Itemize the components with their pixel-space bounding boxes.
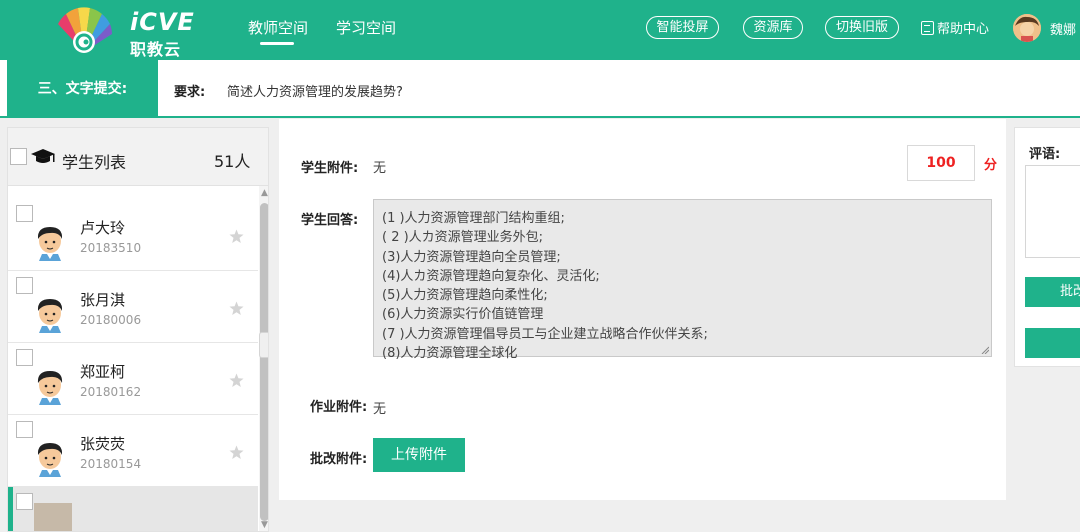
- logo-subtitle: 职教云: [130, 40, 182, 59]
- student-id: 20183510: [80, 241, 142, 255]
- student-count: 51人: [214, 152, 251, 171]
- student-row[interactable]: 张月淇 20180006: [8, 271, 258, 343]
- student-row-selected[interactable]: [8, 487, 258, 531]
- answer-line: (7 )人力资源管理倡导员工与企业建立战略合作伙伴关系;: [382, 326, 708, 342]
- scroll-down-arrow-icon[interactable]: ▼: [260, 521, 268, 530]
- student-checkbox[interactable]: [16, 205, 33, 222]
- tab-teacher-space[interactable]: 教师空间: [248, 17, 308, 38]
- student-list-title: 学生列表: [62, 153, 127, 172]
- student-id: 20180154: [80, 457, 142, 471]
- scroll-up-arrow-icon[interactable]: ▲: [260, 189, 268, 198]
- student-avatar-icon: [37, 299, 63, 333]
- grading-panel: 学生附件: 无 100 分 学生回答: (1 )人力资源管理部门结构重组; ( …: [279, 119, 1006, 500]
- section-tag: 三、文字提交:: [7, 60, 158, 118]
- resize-grip-icon[interactable]: [981, 346, 989, 354]
- user-avatar[interactable]: [1013, 14, 1041, 42]
- score-unit: 分: [984, 158, 998, 173]
- requirement-label: 要求:: [174, 85, 206, 100]
- star-icon[interactable]: [229, 445, 244, 460]
- secondary-action-button[interactable]: [1025, 328, 1080, 358]
- student-checkbox[interactable]: [16, 493, 33, 510]
- student-avatar-icon: [37, 227, 63, 261]
- correction-attachment-label: 批改附件:: [310, 452, 368, 467]
- answer-line: (3)人力资源管理趋向全员管理;: [382, 249, 561, 265]
- student-avatar-icon: [37, 371, 63, 405]
- student-photo: [34, 503, 72, 531]
- star-icon[interactable]: [229, 373, 244, 388]
- upload-attachment-button[interactable]: 上传附件: [373, 438, 465, 472]
- student-checkbox[interactable]: [16, 349, 33, 366]
- comment-textarea[interactable]: [1025, 165, 1080, 258]
- scrollbar-thumb[interactable]: [260, 203, 268, 521]
- selected-indicator: [8, 487, 13, 531]
- student-checkbox[interactable]: [16, 421, 33, 438]
- student-row[interactable]: 卢大玲 20183510: [8, 199, 258, 271]
- answer-line: (6)人力资源实行价值链管理: [382, 307, 544, 323]
- student-name: 卢大玲: [80, 219, 126, 237]
- graduation-cap-icon: [31, 149, 55, 163]
- student-name: 张荧荧: [80, 435, 126, 453]
- comment-label: 评语:: [1029, 147, 1061, 162]
- logo-text: iCVE: [130, 8, 195, 36]
- help-book-icon: [921, 20, 934, 35]
- answer-line: ( 2 )人カ资源管理业务外包;: [382, 230, 544, 246]
- homework-attachment-label: 作业附件:: [310, 400, 368, 415]
- attachment-label: 学生附件:: [301, 161, 359, 176]
- tab-learning-space[interactable]: 学习空间: [336, 17, 396, 38]
- student-row[interactable]: 郑亚柯 20180162: [8, 343, 258, 415]
- select-all-checkbox[interactable]: [10, 148, 27, 165]
- answer-line: (1 )人力资源管理部门结构重组;: [382, 211, 565, 226]
- requirement-bar: 三、文字提交: 要求: 简述人力资源管理的发展趋势?: [0, 60, 1080, 118]
- answer-line: (4)人カ资源管理趋向复杂化、灵活化;: [382, 268, 600, 284]
- resource-library-button[interactable]: 资源库: [743, 16, 803, 39]
- score-input[interactable]: 100: [907, 145, 975, 181]
- help-center-label: 帮助中心: [937, 22, 990, 37]
- switch-old-version-button[interactable]: 切换旧版: [825, 16, 899, 39]
- student-name: 张月淇: [80, 291, 126, 309]
- student-list-panel: 学生列表 51人 卢大玲 20183510 张月淇 20180006 郑亚柯 2…: [7, 127, 269, 532]
- student-avatar-icon: [37, 443, 63, 477]
- student-list-header: 学生列表 51人: [8, 128, 268, 186]
- answer-line: (5)人力资源管理趋向柔性化;: [382, 288, 548, 304]
- student-row[interactable]: 张荧荧 20180154: [8, 415, 258, 487]
- answer-label: 学生回答:: [301, 213, 359, 228]
- attachment-value: 无: [373, 161, 387, 176]
- answer-line: (8)人力资源管理全球化: [382, 346, 518, 362]
- requirement-text: 简述人力资源管理的发展趋势?: [227, 85, 403, 100]
- star-icon[interactable]: [229, 229, 244, 244]
- student-id: 20180006: [80, 313, 142, 327]
- help-center-link[interactable]: 帮助中心: [921, 18, 989, 37]
- logo-fan-icon: [58, 7, 112, 53]
- icve-logo[interactable]: iCVE 职教云: [52, 4, 194, 59]
- grade-button[interactable]: 批改: [1025, 277, 1080, 307]
- student-name: 郑亚柯: [80, 363, 126, 381]
- active-tab-indicator: [260, 42, 294, 45]
- smart-cast-button[interactable]: 智能投屏: [646, 16, 719, 39]
- homework-attachment-value: 无: [373, 402, 387, 417]
- student-checkbox[interactable]: [16, 277, 33, 294]
- top-header: iCVE 职教云 教师空间 学习空间 智能投屏 资源库 切换旧版 帮助中心 魏娜: [0, 0, 1080, 60]
- star-icon[interactable]: [229, 301, 244, 316]
- student-id: 20180162: [80, 385, 142, 399]
- student-answer-textarea[interactable]: (1 )人力资源管理部门结构重组; ( 2 )人カ资源管理业务外包; (3)人力…: [373, 199, 992, 361]
- comment-panel: 评语: 批改: [1014, 127, 1080, 367]
- user-avatar-icon: [1013, 14, 1041, 42]
- username[interactable]: 魏娜: [1050, 19, 1076, 38]
- scrollbar-grip[interactable]: [259, 332, 268, 358]
